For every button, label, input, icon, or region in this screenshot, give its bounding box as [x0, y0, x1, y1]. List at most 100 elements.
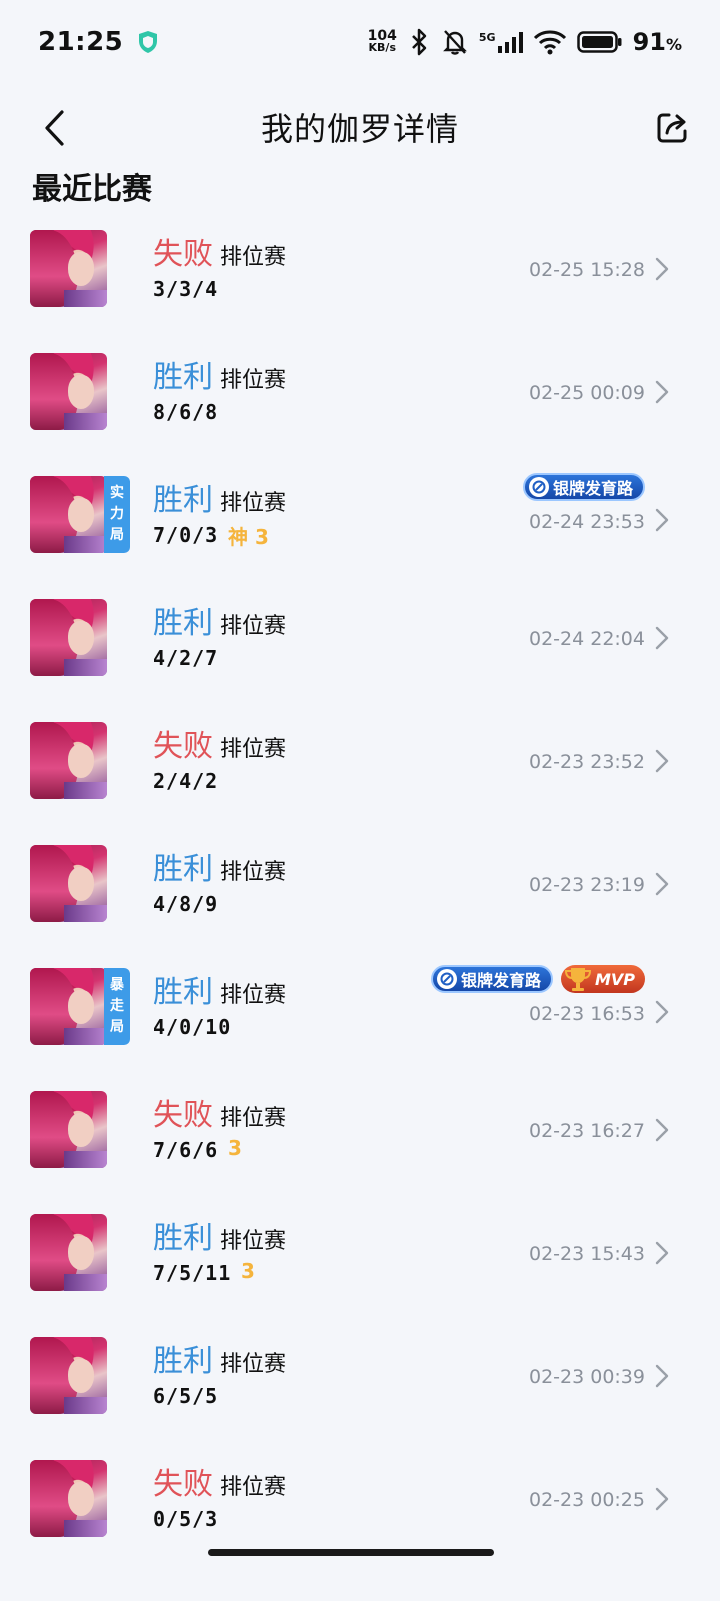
match-badges: 银牌发育路 — [522, 473, 645, 501]
match-row[interactable]: 暴走局胜利 排位赛 4/0/10 银牌发育路 MVP 02-23 16:53 — [0, 955, 720, 1078]
lane-badge: 银牌发育路 — [522, 473, 645, 501]
cellular-signal-icon: 5G — [479, 31, 523, 53]
hero-avatar — [30, 476, 107, 553]
match-result: 胜利 — [153, 975, 213, 1010]
match-result: 胜利 — [153, 1221, 213, 1256]
shield-icon — [139, 31, 158, 53]
hero-avatar — [30, 845, 107, 922]
match-mode: 排位赛 — [220, 1475, 287, 1500]
match-kda: 8/6/8 — [153, 400, 219, 424]
back-button[interactable] — [34, 106, 74, 150]
match-datetime: 02-23 23:52 — [528, 751, 645, 773]
match-row[interactable]: 胜利 排位赛 6/5/5 02-23 00:39 — [0, 1324, 720, 1447]
match-kda: 4/2/7 — [153, 646, 219, 670]
match-result: 失败 — [153, 1467, 213, 1502]
network-speed: 104 KB/s — [367, 28, 397, 54]
wifi-icon — [533, 30, 566, 55]
hero-avatar — [30, 1214, 107, 1291]
match-datetime: 02-24 22:04 — [528, 628, 645, 650]
chevron-right-icon — [655, 749, 669, 773]
lane-icon — [436, 969, 457, 989]
match-row[interactable]: 胜利 排位赛 7/5/11 3 02-23 15:43 — [0, 1201, 720, 1324]
hero-avatar — [30, 722, 107, 799]
match-mode: 排位赛 — [220, 860, 287, 885]
match-datetime: 02-23 15:43 — [528, 1243, 645, 1265]
hero-avatar — [30, 1460, 107, 1537]
hero-avatar — [30, 1337, 107, 1414]
match-list: 失败 排位赛 3/3/4 02-25 15:28 胜利 排位赛 8/6/8 02-25 00:… — [0, 217, 720, 1570]
match-row[interactable]: 失败 排位赛 3/3/4 02-25 15:28 — [0, 217, 720, 340]
match-result: 胜利 — [153, 360, 213, 395]
share-button[interactable] — [650, 106, 694, 150]
match-result: 胜利 — [153, 1344, 213, 1379]
chevron-right-icon — [655, 1364, 669, 1388]
chevron-right-icon — [655, 508, 669, 532]
match-kda: 2/4/2 — [153, 769, 219, 793]
chevron-right-icon — [655, 1000, 669, 1024]
multi-kill-badge: 神 3 — [228, 525, 269, 549]
app-header: 我的伽罗详情 — [0, 84, 720, 170]
match-result: 胜利 — [153, 852, 213, 887]
bluetooth-icon — [411, 28, 427, 56]
match-datetime: 02-25 00:09 — [528, 382, 645, 404]
battery-percent: 91% — [632, 28, 682, 56]
chevron-right-icon — [655, 1118, 669, 1142]
chevron-right-icon — [655, 257, 669, 281]
multi-kill-badge: 3 — [228, 1136, 242, 1160]
match-row[interactable]: 实力局胜利 排位赛 7/0/3 神 3 银牌发育路 02-24 23:53 — [0, 463, 720, 586]
section-title: 最近比赛 — [32, 172, 152, 207]
match-mode: 排位赛 — [220, 368, 287, 393]
match-kda: 6/5/5 — [153, 1384, 219, 1408]
status-bar: 21:25 104 KB/s 5G 91% — [0, 0, 720, 84]
home-indicator[interactable] — [208, 1549, 494, 1556]
match-result: 失败 — [153, 729, 213, 764]
mvp-badge: MVP — [560, 965, 645, 993]
match-kda: 7/0/3 — [153, 523, 219, 547]
match-tag: 实力局 — [104, 476, 130, 553]
multi-kill-badge: 3 — [241, 1259, 255, 1283]
match-kda: 4/0/10 — [153, 1015, 232, 1039]
match-row[interactable]: 失败 排位赛 2/4/2 02-23 23:52 — [0, 709, 720, 832]
match-result: 失败 — [153, 237, 213, 272]
match-row[interactable]: 失败 排位赛 7/6/6 3 02-23 16:27 — [0, 1078, 720, 1201]
lane-icon — [528, 477, 549, 497]
match-result: 失败 — [153, 1098, 213, 1133]
chevron-right-icon — [655, 872, 669, 896]
match-datetime: 02-23 00:25 — [528, 1489, 645, 1511]
match-datetime: 02-23 00:39 — [528, 1366, 645, 1388]
hero-avatar — [30, 599, 107, 676]
chevron-right-icon — [655, 380, 669, 404]
match-kda: 4/8/9 — [153, 892, 219, 916]
match-row[interactable]: 胜利 排位赛 4/2/7 02-24 22:04 — [0, 586, 720, 709]
hero-avatar — [30, 1091, 107, 1168]
match-datetime: 02-23 16:53 — [528, 1003, 645, 1025]
match-mode: 排位赛 — [220, 614, 287, 639]
match-badges: 银牌发育路 MVP — [430, 965, 645, 993]
match-mode: 排位赛 — [220, 1106, 287, 1131]
page-title: 我的伽罗详情 — [260, 110, 459, 148]
match-tag: 暴走局 — [104, 968, 130, 1045]
match-kda: 7/6/6 — [153, 1138, 219, 1162]
hero-avatar — [30, 353, 107, 430]
match-row[interactable]: 胜利 排位赛 4/8/9 02-23 23:19 — [0, 832, 720, 955]
match-row[interactable]: 胜利 排位赛 8/6/8 02-25 00:09 — [0, 340, 720, 463]
match-datetime: 02-24 23:53 — [528, 511, 645, 533]
chevron-right-icon — [655, 1487, 669, 1511]
match-mode: 排位赛 — [220, 983, 287, 1008]
hero-avatar — [30, 230, 107, 307]
match-datetime: 02-23 23:19 — [528, 874, 645, 896]
match-mode: 排位赛 — [220, 1229, 287, 1254]
match-kda: 7/5/11 — [153, 1261, 232, 1285]
match-kda: 0/5/3 — [153, 1507, 219, 1531]
chevron-left-icon — [45, 110, 64, 146]
lane-badge: 银牌发育路 — [430, 965, 553, 993]
match-mode: 排位赛 — [220, 737, 287, 762]
match-kda: 3/3/4 — [153, 277, 219, 301]
match-result: 胜利 — [153, 606, 213, 641]
match-mode: 排位赛 — [220, 491, 287, 516]
match-datetime: 02-23 16:27 — [528, 1120, 645, 1142]
share-icon — [657, 113, 687, 143]
match-datetime: 02-25 15:28 — [528, 259, 645, 281]
hero-avatar — [30, 968, 107, 1045]
bell-muted-icon — [442, 30, 467, 55]
